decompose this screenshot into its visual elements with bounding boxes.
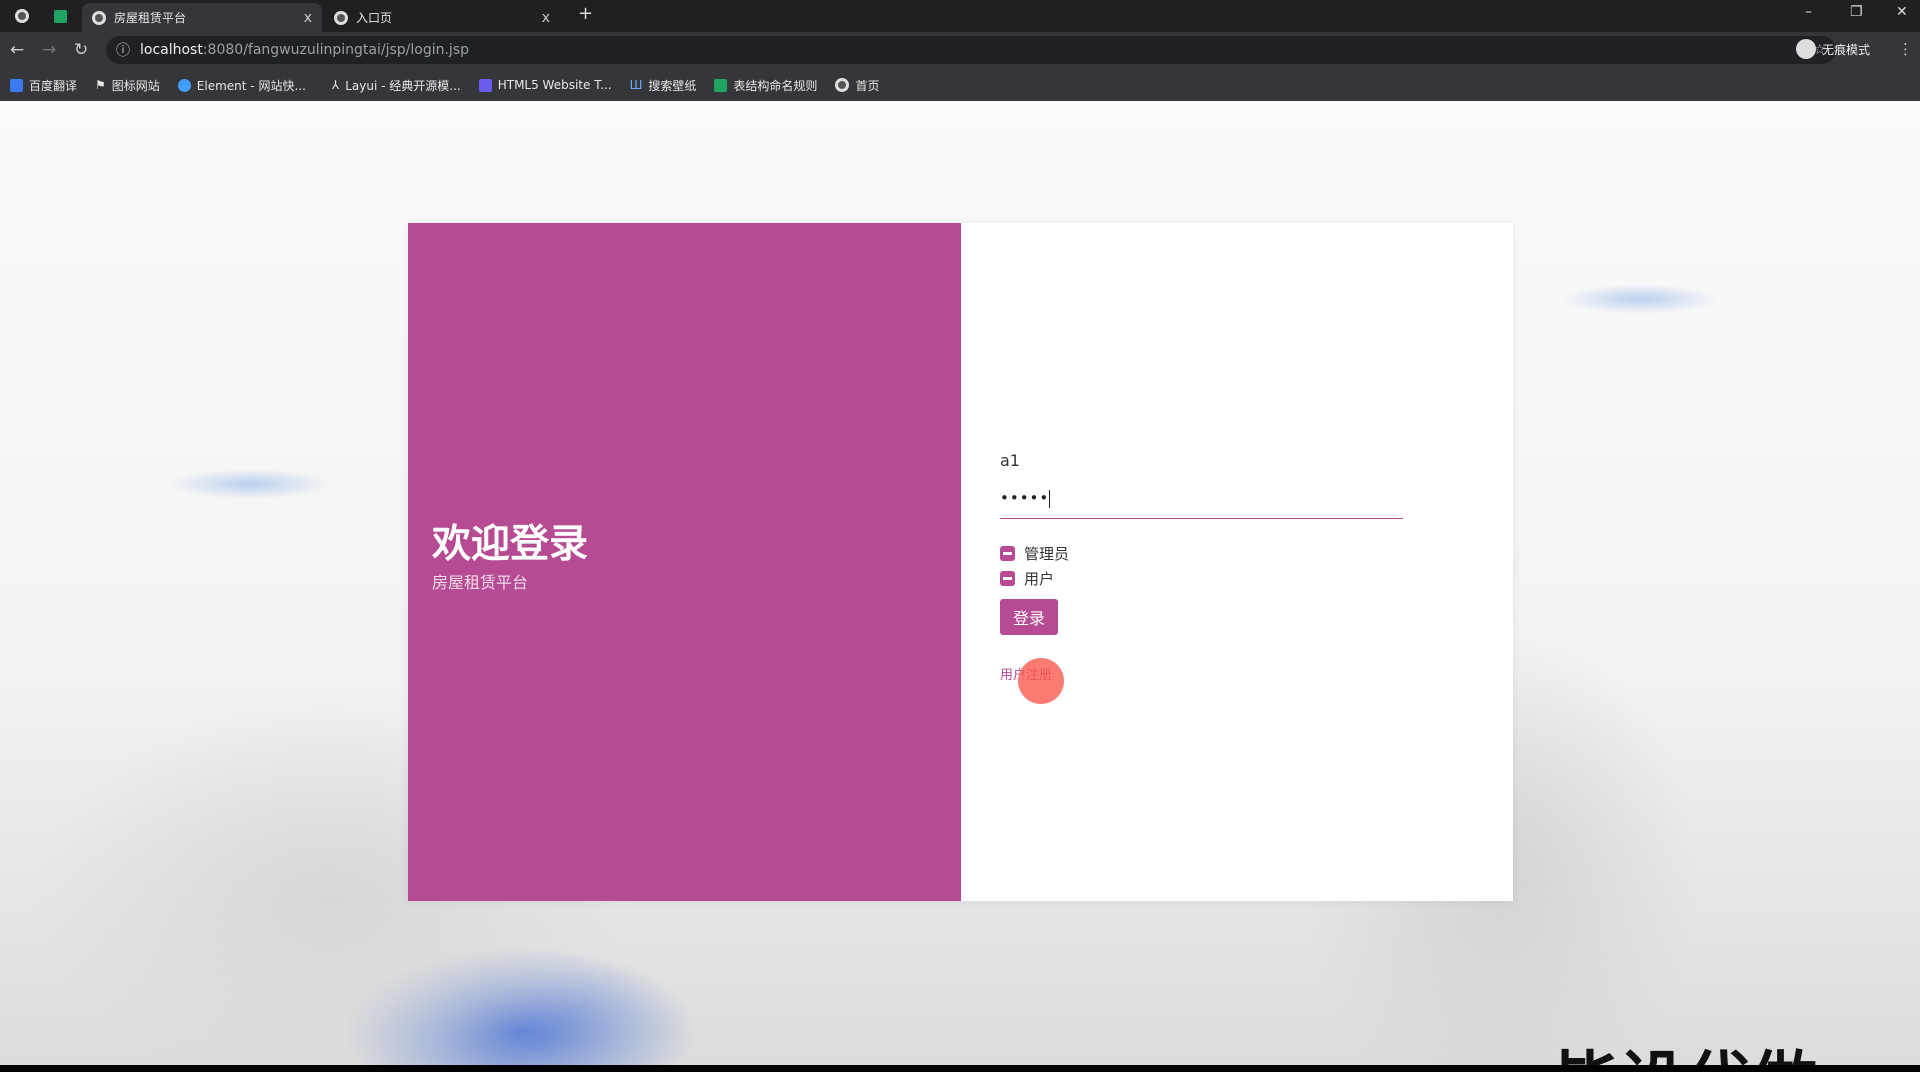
- tab-bar: 房屋租赁平台 x 入口页 x + – ❐ ✕: [0, 0, 1920, 32]
- bookmark-item[interactable]: Ш 搜索壁纸: [630, 77, 697, 94]
- bookmark-item[interactable]: Element - 网站快...: [177, 77, 306, 94]
- bookmark-item[interactable]: ⚑ 图标网站: [95, 77, 160, 94]
- close-window-icon[interactable]: ✕: [1896, 4, 1908, 20]
- info-icon: ⓘ: [116, 43, 130, 59]
- password-field[interactable]: •••••: [1000, 489, 1403, 519]
- bookmark-item[interactable]: 首页: [835, 77, 879, 94]
- welcome-panel: 欢迎登录 房屋租赁平台: [408, 223, 961, 901]
- back-icon[interactable]: ←: [10, 40, 24, 60]
- click-indicator: [1018, 658, 1064, 704]
- close-tab-icon[interactable]: x: [542, 10, 550, 26]
- sheets-icon[interactable]: [54, 10, 67, 23]
- tab-entry[interactable]: 入口页 x: [324, 3, 560, 32]
- globe-icon: [835, 78, 850, 92]
- globe-icon: [92, 10, 106, 25]
- menu-icon[interactable]: ⋮: [1898, 40, 1913, 58]
- login-card: 欢迎登录 房屋租赁平台 a1 ••••• 管理员 用户 登录 用户注册: [408, 223, 1513, 901]
- bookmark-item[interactable]: 表结构命名规则: [714, 77, 817, 94]
- text-caret: [1049, 489, 1051, 508]
- profile-button[interactable]: 无痕模式: [1796, 39, 1870, 59]
- role-user-checkbox[interactable]: 用户: [1000, 568, 1054, 589]
- restore-icon[interactable]: ❐: [1850, 4, 1863, 20]
- checkbox-icon: [1000, 546, 1015, 561]
- page-subtitle: 房屋租赁平台: [432, 573, 529, 592]
- sheets-icon: [714, 78, 728, 92]
- globe-icon: [334, 10, 348, 25]
- globe-icon[interactable]: [15, 9, 29, 23]
- new-tab-button[interactable]: +: [578, 3, 593, 24]
- element-icon: [177, 78, 191, 92]
- reload-icon[interactable]: ↻: [74, 40, 88, 60]
- role-admin-checkbox[interactable]: 管理员: [1000, 543, 1069, 564]
- bookmark-item[interactable]: ⅄ Layui - 经典开源模...: [332, 77, 461, 94]
- url-input[interactable]: ⓘ localhost:8080/fangwuzulinpingtai/jsp/…: [106, 36, 1836, 64]
- address-bar: ← → ↻ ⓘ localhost:8080/fangwuzulinpingta…: [0, 32, 1920, 69]
- page-background: 欢迎登录 房屋租赁平台 a1 ••••• 管理员 用户 登录 用户注册 毕设代做: [0, 101, 1920, 1065]
- bookmark-item[interactable]: HTML5 Website T...: [478, 78, 612, 92]
- forward-icon[interactable]: →: [42, 40, 56, 60]
- bookmark-item[interactable]: 百度翻译: [10, 77, 77, 94]
- layui-icon: ⅄: [331, 78, 340, 92]
- watermark: 毕设代做: [1553, 1029, 1817, 1065]
- incognito-icon: [1796, 39, 1816, 59]
- html5-icon: [478, 78, 492, 92]
- page-title: 欢迎登录: [432, 522, 589, 567]
- login-button[interactable]: 登录: [1000, 599, 1058, 635]
- username-field[interactable]: a1: [1000, 451, 1020, 470]
- flag-icon: ⚑: [95, 78, 106, 92]
- tab-fangwu[interactable]: 房屋租赁平台 x: [82, 3, 322, 32]
- checkbox-icon: [1000, 571, 1015, 586]
- minimize-icon[interactable]: –: [1805, 4, 1812, 20]
- close-tab-icon[interactable]: x: [304, 10, 312, 26]
- bookmarks-bar: 百度翻译 ⚑ 图标网站 Element - 网站快... ⅄ Layui - 经典开…: [0, 69, 1920, 101]
- wallpaper-icon: Ш: [629, 78, 643, 92]
- translate-icon: [10, 78, 23, 92]
